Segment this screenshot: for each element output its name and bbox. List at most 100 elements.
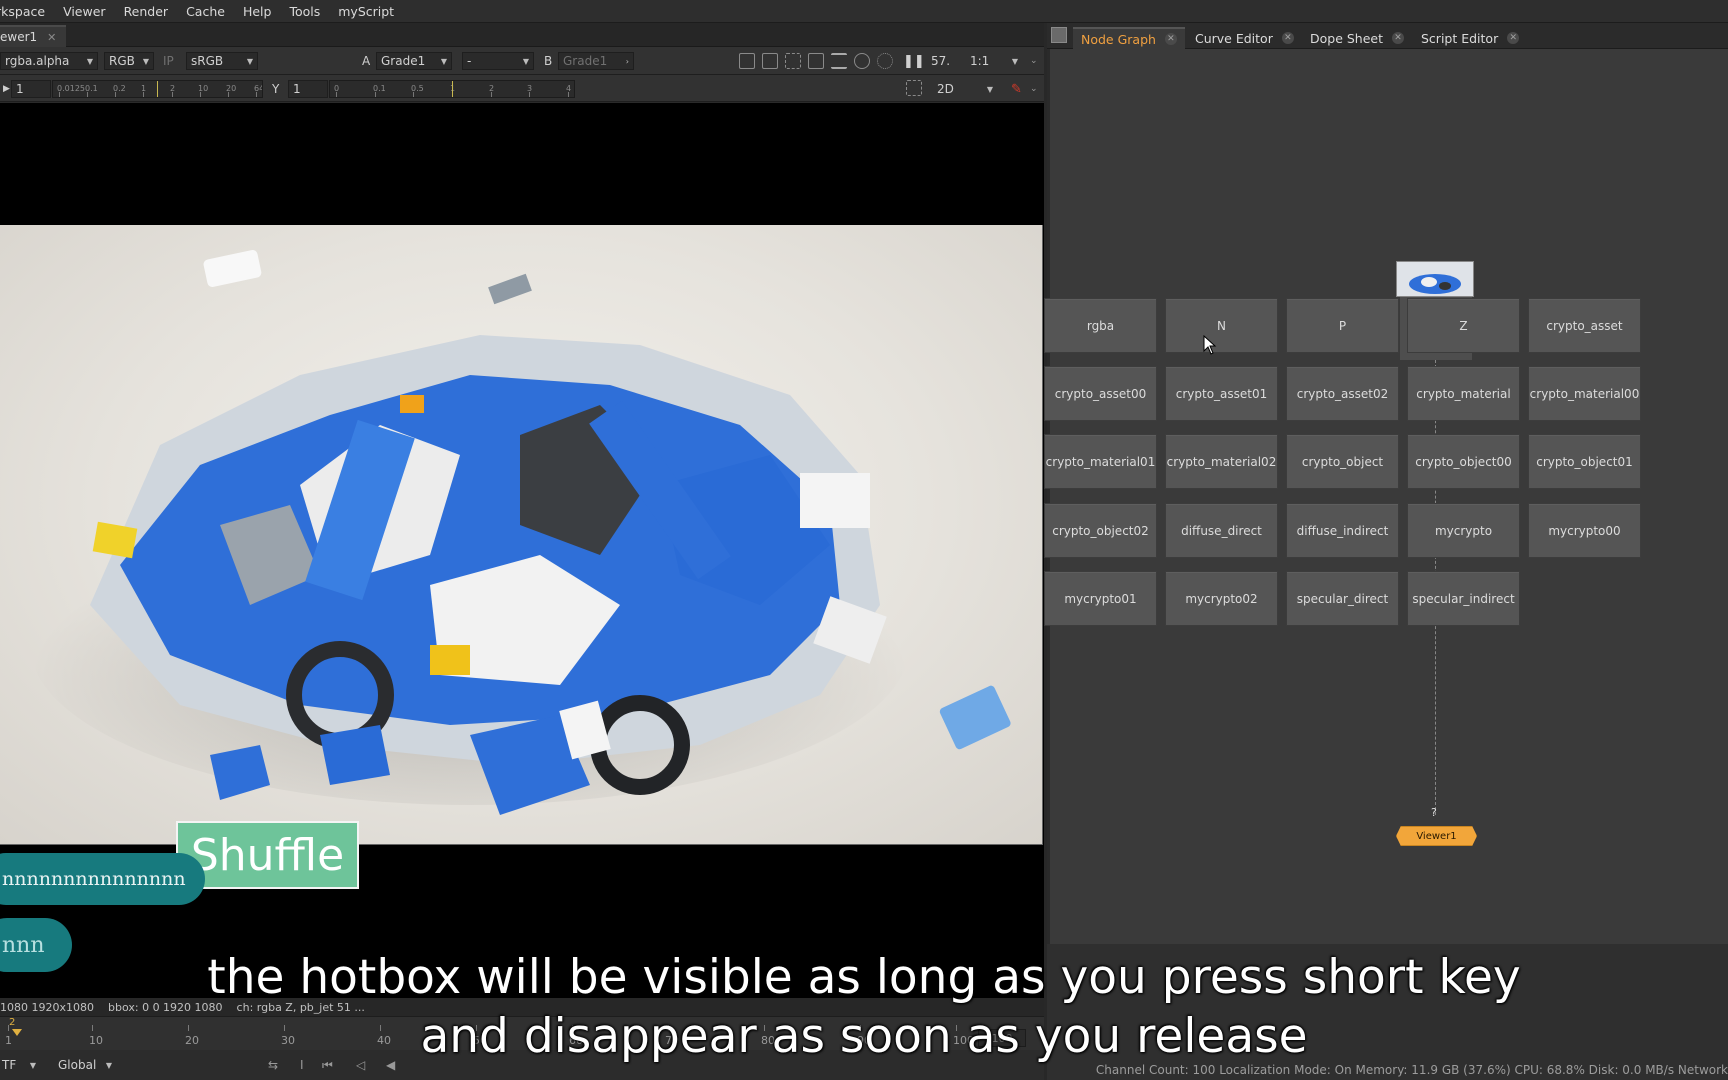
hotbox-button-specular-indirect[interactable]: specular_indirect	[1407, 571, 1520, 626]
timeline-tick	[668, 1025, 669, 1031]
menu-cache[interactable]: Cache	[177, 4, 234, 19]
chevron-double-down-icon[interactable]: ⌄	[1030, 80, 1038, 98]
paint-brush-icon[interactable]: ✎	[1011, 80, 1022, 98]
roi-select-icon[interactable]	[906, 80, 922, 96]
hotbox-button-crypto-material00[interactable]: crypto_material00	[1528, 366, 1641, 421]
scope-dropdown[interactable]: Global ▼	[54, 1056, 116, 1074]
gain-slider[interactable]: 0.01250.1 0.2 1 2 10 20 64	[52, 80, 263, 98]
refresh-icon[interactable]	[854, 53, 870, 69]
channels-dropdown[interactable]: RGB ▼	[104, 52, 154, 70]
chevron-down-icon: ▼	[522, 56, 529, 66]
tab-viewer1[interactable]: ewer1 ✕	[0, 25, 67, 47]
playhead-icon[interactable]	[12, 1029, 22, 1036]
mask-icon[interactable]	[808, 53, 824, 69]
hotbox-button-n[interactable]: N	[1165, 298, 1278, 353]
hotbox-button-crypto-material01[interactable]: crypto_material01	[1044, 434, 1157, 489]
close-icon[interactable]: ✕	[1164, 33, 1177, 45]
close-icon[interactable]: ✕	[1281, 32, 1294, 44]
hotbox-button-crypto-object02[interactable]: crypto_object02	[1044, 503, 1157, 558]
hotbox-button-crypto-asset[interactable]: crypto_asset	[1528, 298, 1641, 353]
close-icon[interactable]: ✕	[1507, 32, 1520, 44]
timeline-tick	[860, 1025, 861, 1031]
viewer-pane: ewer1 ✕ rgba.alpha ▼ RGB ▼ IP sRGB ▼ A Grad…	[0, 23, 1044, 1080]
viewer-node[interactable]: Viewer1	[1396, 826, 1477, 846]
play-triangle-icon[interactable]: ▶	[3, 80, 10, 98]
chevron-down-icon: ▼	[142, 56, 149, 66]
hotbox-button-mycrypto02[interactable]: mycrypto02	[1165, 571, 1278, 626]
clipping-icon[interactable]	[831, 53, 847, 69]
menu-workspace[interactable]: rkspace	[0, 4, 54, 19]
view-mode-dropdown[interactable]: 2D ▼	[933, 80, 997, 98]
hotbox-button-crypto-object00[interactable]: crypto_object00	[1407, 434, 1520, 489]
tab-node-graph[interactable]: Node Graph ✕	[1073, 27, 1185, 49]
a-input-value: Grade1	[381, 54, 426, 68]
step-back-icon[interactable]: ◀	[386, 1056, 395, 1074]
hotbox-button-diffuse-direct[interactable]: diffuse_direct	[1165, 503, 1278, 558]
node-graph-tab-bar: Node Graph ✕ Curve Editor ✕ Dope Sheet ✕ Sc…	[1047, 23, 1728, 49]
in-point-icon[interactable]: I	[300, 1056, 304, 1074]
b-input-value: Grade1	[563, 54, 608, 68]
menu-myscript[interactable]: myScript	[329, 4, 403, 19]
ip-toggle[interactable]: IP	[163, 52, 174, 70]
node-graph-canvas[interactable]	[1047, 49, 1728, 944]
menu-render[interactable]: Render	[115, 4, 178, 19]
close-icon[interactable]: ✕	[1392, 32, 1405, 44]
hotbox-button-crypto-asset00[interactable]: crypto_asset00	[1044, 366, 1157, 421]
read-node-thumbnail[interactable]	[1396, 261, 1474, 297]
hotbox-button-rgba[interactable]: rgba	[1044, 298, 1157, 353]
hotbox-button-p[interactable]: P	[1286, 298, 1399, 353]
hotbox-button-mycrypto[interactable]: mycrypto	[1407, 503, 1520, 558]
gamma-input[interactable]: 1	[288, 80, 328, 98]
hotbox-button-mycrypto01[interactable]: mycrypto01	[1044, 571, 1157, 626]
pause-icon[interactable]: ❚❚	[903, 52, 925, 70]
timeline-tick	[572, 1025, 573, 1031]
loop-icon[interactable]: ⇆	[268, 1056, 278, 1074]
hotbox-button-z[interactable]: Z	[1407, 298, 1520, 353]
hotbox-button-mycrypto00[interactable]: mycrypto00	[1528, 503, 1641, 558]
compare-op-dropdown[interactable]: - ▼	[462, 52, 534, 70]
tab-script-editor[interactable]: Script Editor ✕	[1413, 27, 1527, 49]
a-input-dropdown[interactable]: Grade1 ▼	[376, 52, 452, 70]
end-frame-input[interactable]: 100	[978, 1029, 1026, 1047]
viewer-info-bar: 1080 1920x1080 bbox: 0 0 1920 1080 ch: r…	[0, 998, 1044, 1016]
prev-key-icon[interactable]: ◁	[356, 1056, 365, 1074]
timeline-tick	[476, 1025, 477, 1031]
tab-dope-sheet[interactable]: Dope Sheet ✕	[1302, 27, 1412, 49]
hotbox-button-crypto-asset01[interactable]: crypto_asset01	[1165, 366, 1278, 421]
layer-dropdown[interactable]: rgba.alpha ▼	[0, 52, 98, 70]
read-thumbnail-image	[1397, 262, 1473, 296]
hotbox-button-crypto-material02[interactable]: crypto_material02	[1165, 434, 1278, 489]
hotbox-button-crypto-object01[interactable]: crypto_object01	[1528, 434, 1641, 489]
tf-dropdown[interactable]: TF ▼	[0, 1056, 40, 1074]
gain-input[interactable]: 1	[11, 80, 51, 98]
hotbox-button-crypto-material[interactable]: crypto_material	[1407, 366, 1520, 421]
close-icon[interactable]: ✕	[47, 31, 56, 44]
hotbox-button-diffuse-indirect[interactable]: diffuse_indirect	[1286, 503, 1399, 558]
hotbox-button-specular-direct[interactable]: specular_direct	[1286, 571, 1399, 626]
hotbox-button-crypto-object[interactable]: crypto_object	[1286, 434, 1399, 489]
lut-dropdown[interactable]: sRGB ▼	[186, 52, 258, 70]
gamma-slider[interactable]: 00.10.51234	[329, 80, 575, 98]
zoom-value[interactable]: 57.	[931, 52, 950, 70]
menu-viewer[interactable]: Viewer	[54, 4, 115, 19]
gear-icon[interactable]	[877, 53, 893, 69]
pane-menu-icon[interactable]	[1051, 27, 1067, 43]
timeline-tick	[188, 1025, 189, 1031]
frame-icon[interactable]	[762, 53, 778, 69]
menu-help[interactable]: Help	[234, 4, 281, 19]
tab-curve-editor[interactable]: Curve Editor ✕	[1187, 27, 1302, 49]
ruler-tick-label: 3	[527, 84, 533, 93]
pane-divider[interactable]	[1047, 49, 1050, 944]
ruler-tick-label: 1	[141, 84, 147, 93]
chevron-double-down-icon[interactable]: ⌄	[1030, 52, 1038, 70]
timeline-tick-label: 80	[761, 1034, 775, 1047]
hotbox-button-crypto-asset02[interactable]: crypto_asset02	[1286, 366, 1399, 421]
ruler-tick-label: 20	[226, 84, 237, 93]
menu-tools[interactable]: Tools	[280, 4, 329, 19]
first-frame-icon[interactable]: ⏮	[322, 1056, 333, 1074]
b-input-dropdown[interactable]: Grade1 ›	[558, 52, 634, 70]
roi-icon[interactable]	[739, 53, 755, 69]
timeline[interactable]: 2 1 10 20 30 40 50 60 70 80 90 100 100	[0, 1016, 1044, 1050]
zebra-icon[interactable]	[785, 53, 801, 69]
ratio-dropdown[interactable]: 1:1 ▼	[966, 52, 1022, 70]
